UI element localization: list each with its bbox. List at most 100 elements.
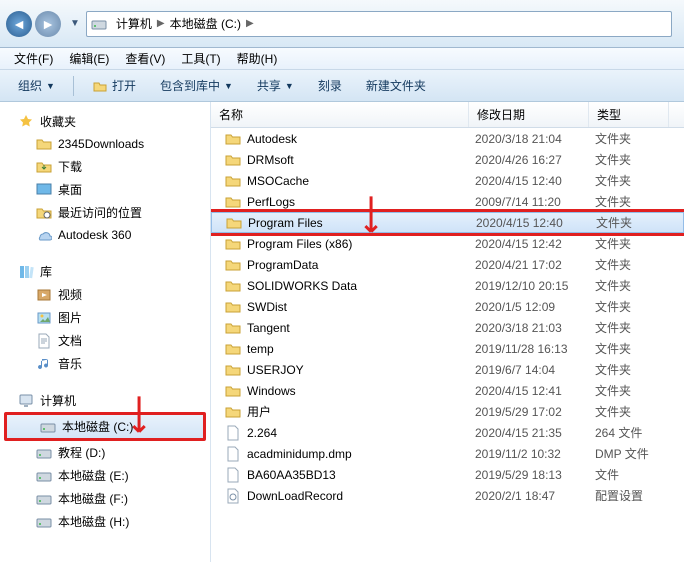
sidebar-item[interactable]: Autodesk 360 — [0, 224, 210, 246]
file-row[interactable]: Windows2020/4/15 12:41文件夹 — [211, 380, 684, 401]
breadcrumb-root[interactable]: 计算机 — [113, 13, 155, 34]
file-row[interactable]: PerfLogs2009/7/14 11:20文件夹 — [211, 191, 684, 212]
folder-icon — [225, 320, 241, 336]
column-date[interactable]: 修改日期 — [469, 102, 589, 127]
sidebar-item[interactable]: 下载 — [0, 155, 210, 178]
picture-icon — [36, 310, 52, 326]
menu-tools[interactable]: 工具(T) — [173, 48, 228, 69]
file-name: PerfLogs — [247, 195, 295, 209]
forward-button[interactable]: ► — [35, 11, 61, 37]
sidebar-item-label: Autodesk 360 — [58, 228, 131, 242]
file-row[interactable]: USERJOY 2019/6/7 14:04文件夹 — [211, 359, 684, 380]
folder-icon — [226, 215, 242, 231]
file-row[interactable]: 2.2642020/4/15 21:35264 文件 — [211, 422, 684, 443]
folder-icon — [36, 136, 52, 152]
file-row[interactable]: Program Files2020/4/15 12:40文件夹 — [211, 212, 684, 233]
toolbar-separator — [73, 76, 74, 96]
file-type: 文件夹 — [589, 151, 669, 168]
address-bar[interactable]: 计算机 ▶ 本地磁盘 (C:) ▶ — [86, 11, 672, 37]
file-type: 文件 — [589, 466, 669, 483]
toolbar-include[interactable]: 包含到库中 ▼ — [150, 73, 243, 98]
settings-icon — [225, 488, 241, 504]
file-row[interactable]: DRMsoft2020/4/26 16:27文件夹 — [211, 149, 684, 170]
sidebar-drive-item[interactable]: 本地磁盘 (F:) — [0, 487, 210, 510]
file-list: Autodesk2020/3/18 21:04文件夹DRMsoft2020/4/… — [211, 128, 684, 506]
sidebar-item[interactable]: 最近访问的位置 — [0, 201, 210, 224]
file-name: MSOCache — [247, 174, 309, 188]
file-row[interactable]: Program Files (x86)2020/4/15 12:42文件夹 — [211, 233, 684, 254]
file-type: 文件夹 — [590, 214, 670, 231]
file-name: ProgramData — [247, 258, 318, 272]
library-icon — [18, 264, 34, 280]
file-row[interactable]: SWDist2020/1/5 12:09文件夹 — [211, 296, 684, 317]
file-date: 2019/5/29 17:02 — [469, 405, 589, 419]
file-row[interactable]: Autodesk 2020/3/18 21:04文件夹 — [211, 128, 684, 149]
menubar: 文件(F) 编辑(E) 查看(V) 工具(T) 帮助(H) — [0, 48, 684, 70]
sidebar-drive-item[interactable]: 教程 (D:) — [0, 441, 210, 464]
sidebar-item[interactable]: 文档 — [0, 329, 210, 352]
file-row[interactable]: ProgramData2020/4/21 17:02文件夹 — [211, 254, 684, 275]
file-type: 文件夹 — [589, 361, 669, 378]
column-name[interactable]: 名称 — [211, 102, 469, 127]
file-date: 2019/6/7 14:04 — [469, 363, 589, 377]
sidebar-item[interactable]: 2345Downloads — [0, 133, 210, 155]
sidebar-drive-item[interactable]: 本地磁盘 (H:) — [0, 510, 210, 533]
sidebar: 收藏夹 2345Downloads 下载桌面最近访问的位置 Autodesk 360… — [0, 102, 210, 562]
cloud-icon — [36, 227, 52, 243]
folder-icon — [225, 362, 241, 378]
folder-icon — [225, 404, 241, 420]
toolbar-burn[interactable]: 刻录 — [308, 73, 352, 98]
sidebar-item-label: 下载 — [58, 158, 82, 175]
toolbar-newfolder[interactable]: 新建文件夹 — [356, 73, 436, 98]
menu-help[interactable]: 帮助(H) — [229, 48, 286, 69]
sidebar-item[interactable]: 图片 — [0, 306, 210, 329]
file-date: 2020/3/18 21:04 — [469, 132, 589, 146]
sidebar-item-label: 最近访问的位置 — [58, 204, 142, 221]
file-row[interactable]: Tangent2020/3/18 21:03文件夹 — [211, 317, 684, 338]
back-button[interactable]: ◄ — [6, 11, 32, 37]
file-type: 文件夹 — [589, 235, 669, 252]
column-type[interactable]: 类型 — [589, 102, 669, 127]
recent-icon — [36, 205, 52, 221]
drive-icon — [36, 491, 52, 507]
sidebar-item[interactable]: 音乐 — [0, 352, 210, 375]
file-name: Tangent — [247, 321, 290, 335]
file-row[interactable]: MSOCache2020/4/15 12:40文件夹 — [211, 170, 684, 191]
music-icon — [36, 356, 52, 372]
file-name: SWDist — [247, 300, 287, 314]
sidebar-item[interactable]: 桌面 — [0, 178, 210, 201]
toolbar-open[interactable]: 打开 — [82, 73, 146, 98]
file-type: 文件夹 — [589, 130, 669, 147]
menu-view[interactable]: 查看(V) — [117, 48, 173, 69]
file-row[interactable]: 用户2019/5/29 17:02文件夹 — [211, 401, 684, 422]
file-name: Autodesk — [247, 132, 297, 146]
folder-icon — [225, 194, 241, 210]
file-row[interactable]: SOLIDWORKS Data2019/12/10 20:15文件夹 — [211, 275, 684, 296]
file-row[interactable]: DownLoadRecord2020/2/1 18:47配置设置 — [211, 485, 684, 506]
sidebar-favorites[interactable]: 收藏夹 — [0, 110, 210, 133]
file-name: USERJOY — [247, 363, 304, 377]
file-type: 文件夹 — [589, 319, 669, 336]
toolbar-share[interactable]: 共享 ▼ — [247, 73, 304, 98]
sidebar-item-label: 本地磁盘 (H:) — [58, 513, 129, 530]
file-row[interactable]: acadminidump.dmp2019/11/2 10:32DMP 文件 — [211, 443, 684, 464]
toolbar-organize[interactable]: 组织 ▼ — [8, 73, 65, 98]
sidebar-item-label: 2345Downloads — [58, 137, 144, 151]
file-row[interactable]: temp2019/11/28 16:13文件夹 — [211, 338, 684, 359]
file-name: 2.264 — [247, 426, 277, 440]
sidebar-libraries[interactable]: 库 — [0, 260, 210, 283]
sidebar-drive-item[interactable]: 本地磁盘 (E:) — [0, 464, 210, 487]
file-row[interactable]: BA60AA35BD132019/5/29 18:13文件 — [211, 464, 684, 485]
file-name: Windows — [247, 384, 296, 398]
sidebar-computer[interactable]: 计算机 — [0, 389, 210, 412]
sidebar-drive-item[interactable]: 本地磁盘 (C:) — [4, 412, 206, 441]
menu-edit[interactable]: 编辑(E) — [61, 48, 117, 69]
menu-file[interactable]: 文件(F) — [6, 48, 61, 69]
sidebar-item[interactable]: 视频 — [0, 283, 210, 306]
history-dropdown[interactable]: ▼ — [70, 18, 80, 29]
file-type: 文件夹 — [589, 172, 669, 189]
star-icon — [18, 114, 34, 130]
file-date: 2020/4/15 12:41 — [469, 384, 589, 398]
sidebar-item-label: 文档 — [58, 332, 82, 349]
breadcrumb-drive[interactable]: 本地磁盘 (C:) — [167, 13, 244, 34]
